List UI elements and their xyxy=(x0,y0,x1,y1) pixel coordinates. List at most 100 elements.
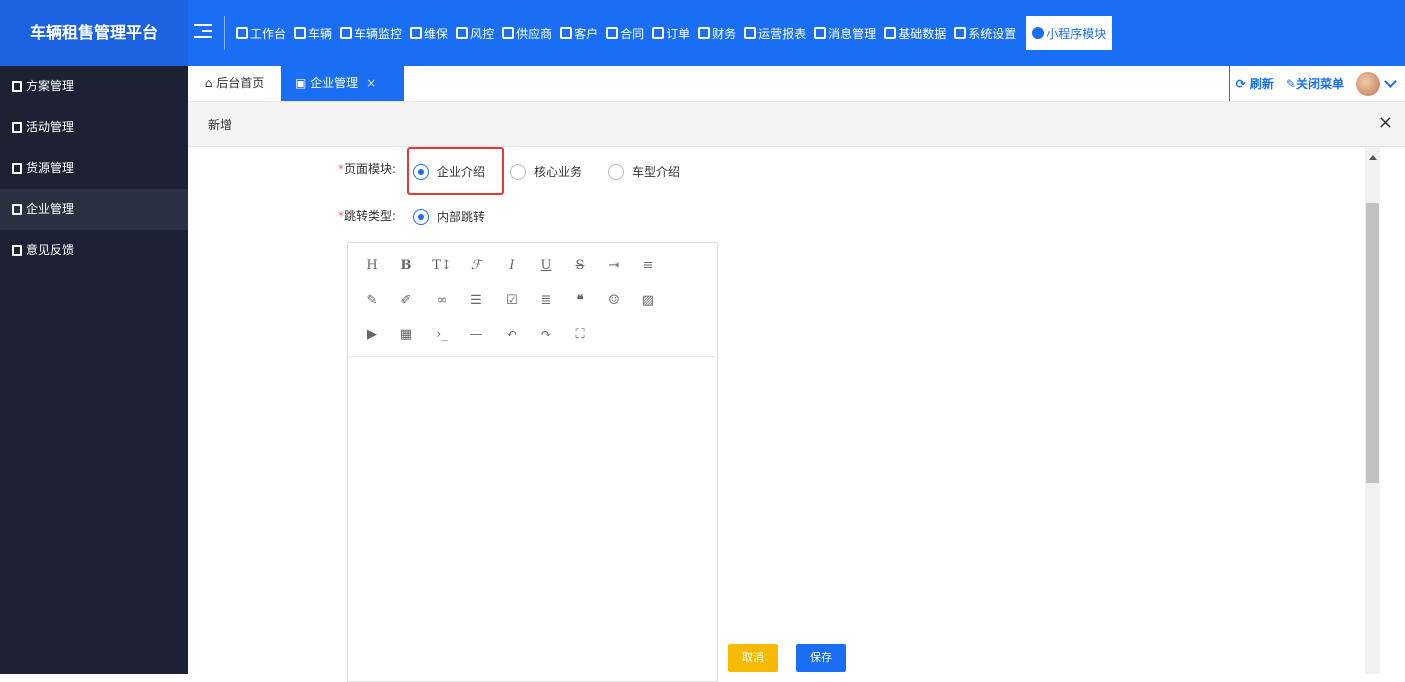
money-icon xyxy=(698,27,711,39)
rich-text-editor[interactable]: H B T↕ ℱ I U S ⇥ ≡ ✎ ✐ ∞ ☰ ☑ ≣ ❝ ☺ ▨ ▶ ▦… xyxy=(347,242,718,682)
mini-program-icon xyxy=(1032,27,1045,39)
user-icon xyxy=(560,27,573,39)
list-icon xyxy=(744,27,757,39)
close-menu-button[interactable]: ✎关闭菜单 xyxy=(1286,75,1344,92)
radio-core-business[interactable]: 核心业务 xyxy=(510,163,582,180)
top-navigation-bar: 车辆租售管理平台 工作台 车辆 车辆监控 维保 风控 供应商 客户 合同 订单 … xyxy=(0,0,1405,66)
editor-toolbar: H B T↕ ℱ I U S ⇥ ≡ ✎ ✐ ∞ ☰ ☑ ≣ ❝ ☺ ▨ ▶ ▦… xyxy=(348,243,717,357)
scroll-up-icon[interactable] xyxy=(1369,155,1377,160)
refresh-circle-icon xyxy=(884,27,897,39)
jump-type-label: *跳转类型: xyxy=(338,209,397,223)
radio-internal-jump[interactable]: 内部跳转 xyxy=(413,208,485,225)
link-icon[interactable]: ∞ xyxy=(432,291,452,311)
font-size-icon[interactable]: T↕ xyxy=(432,256,452,276)
nav-item-vehicles[interactable]: 车辆 xyxy=(290,16,336,50)
tab-home[interactable]: ⌂ 后台首页 xyxy=(188,66,282,101)
document-icon xyxy=(12,204,22,215)
italic-icon[interactable]: I xyxy=(502,256,522,276)
nav-item-mini-program[interactable]: 小程序模块 xyxy=(1026,16,1113,50)
table-icon[interactable]: ▦ xyxy=(396,325,416,345)
menu-collapse-icon[interactable] xyxy=(194,24,212,40)
avatar[interactable] xyxy=(1356,71,1380,96)
document-icon xyxy=(606,27,619,39)
line-height-icon[interactable]: ≡ xyxy=(638,256,658,276)
document-icon xyxy=(12,163,22,174)
refresh-button[interactable]: ⟳ 刷新 xyxy=(1236,75,1274,92)
nav-item-reports[interactable]: 运营报表 xyxy=(740,16,810,50)
stack-icon xyxy=(502,27,515,39)
nav-item-workbench[interactable]: 工作台 xyxy=(232,16,290,50)
nav-item-contract[interactable]: 合同 xyxy=(602,16,648,50)
nav-item-system-settings[interactable]: 系统设置 xyxy=(950,16,1020,50)
settings-icon xyxy=(954,27,967,39)
bold-icon[interactable]: B xyxy=(396,256,416,276)
save-button[interactable]: 保存 xyxy=(796,644,846,672)
sidebar-item-cargo[interactable]: 货源管理 xyxy=(0,148,188,189)
video-icon[interactable]: ▶ xyxy=(362,325,382,345)
workbench-icon xyxy=(236,27,248,39)
tools-icon xyxy=(456,27,469,39)
quote-icon[interactable]: ❝ xyxy=(570,291,590,311)
edit-icon xyxy=(814,27,827,39)
dialog-title: 新增 xyxy=(208,118,233,132)
form-area: *页面模块: 企业介绍 核心业务 车型介绍 *跳转类型: 内部跳转 H B T↕… xyxy=(188,147,1363,682)
brush-icon[interactable]: ✐ xyxy=(396,291,416,311)
nav-divider xyxy=(224,16,225,50)
heading-icon[interactable]: H xyxy=(362,256,382,276)
pen-icon[interactable]: ✎ xyxy=(362,291,382,311)
font-family-icon[interactable]: ℱ xyxy=(466,256,486,276)
align-icon[interactable]: ≣ xyxy=(536,291,556,311)
layers-icon xyxy=(294,27,307,39)
document-icon xyxy=(12,122,22,133)
fullscreen-icon[interactable]: ⛶ xyxy=(570,325,590,345)
close-icon[interactable]: × xyxy=(1378,112,1393,133)
list-icon[interactable]: ☰ xyxy=(466,291,486,311)
undo-icon[interactable]: ↶ xyxy=(502,325,522,345)
sidebar-item-activity[interactable]: 活动管理 xyxy=(0,107,188,148)
nav-item-basic-data[interactable]: 基础数据 xyxy=(880,16,950,50)
module-label: *页面模块: xyxy=(338,162,397,176)
nav-item-messages[interactable]: 消息管理 xyxy=(810,16,880,50)
radio-dot xyxy=(510,163,526,180)
nav-item-maintenance[interactable]: 维保 xyxy=(406,16,452,50)
document-icon xyxy=(12,81,22,92)
todo-icon[interactable]: ☑ xyxy=(502,291,522,311)
main-nav: 工作台 车辆 车辆监控 维保 风控 供应商 客户 合同 订单 财务 运营报表 消… xyxy=(232,16,1113,50)
list-icon xyxy=(652,27,665,39)
nav-item-finance[interactable]: 财务 xyxy=(694,16,740,50)
sidebar: 方案管理 活动管理 货源管理 企业管理 意见反馈 xyxy=(0,66,188,674)
radio-dot xyxy=(608,163,624,180)
document-icon xyxy=(12,245,22,256)
cancel-button[interactable]: 取消 xyxy=(728,644,778,672)
indent-icon[interactable]: ⇥ xyxy=(604,256,624,276)
divider-icon[interactable]: — xyxy=(466,325,486,345)
underline-icon[interactable]: U xyxy=(536,256,556,276)
sidebar-item-feedback[interactable]: 意见反馈 xyxy=(0,230,188,271)
nav-item-customer[interactable]: 客户 xyxy=(556,16,602,50)
code-icon[interactable]: ›_ xyxy=(432,325,452,345)
emoji-icon[interactable]: ☺ xyxy=(604,291,624,311)
close-icon[interactable]: × xyxy=(366,76,376,90)
layers-icon xyxy=(340,27,353,39)
scrollbar-thumb[interactable] xyxy=(1366,203,1379,483)
radio-dot xyxy=(413,163,429,180)
dialog-header: 新增 × xyxy=(188,102,1405,147)
sidebar-item-plan[interactable]: 方案管理 xyxy=(0,66,188,107)
tab-bar: ⌂ 后台首页 ▣ 企业管理 × ⟳ 刷新 ✎关闭菜单 xyxy=(188,66,1405,102)
nav-item-order[interactable]: 订单 xyxy=(648,16,694,50)
image-icon[interactable]: ▨ xyxy=(638,291,658,311)
redo-icon[interactable]: ↷ xyxy=(536,325,556,345)
nav-item-risk-control[interactable]: 风控 xyxy=(452,16,498,50)
radio-vehicle-intro[interactable]: 车型介绍 xyxy=(608,163,680,180)
word-icon xyxy=(410,27,423,39)
sidebar-item-company[interactable]: 企业管理 xyxy=(0,189,188,230)
nav-item-supplier[interactable]: 供应商 xyxy=(498,16,556,50)
tab-actions: ⟳ 刷新 ✎关闭菜单 xyxy=(1228,66,1405,101)
strikethrough-icon[interactable]: S xyxy=(570,256,590,276)
chevron-down-icon[interactable] xyxy=(1384,75,1397,88)
tab-company-management[interactable]: ▣ 企业管理 × xyxy=(281,66,404,101)
radio-dot xyxy=(413,208,429,225)
app-title: 车辆租售管理平台 xyxy=(0,0,188,66)
radio-company-intro[interactable]: 企业介绍 xyxy=(413,163,485,180)
nav-item-vehicle-monitor[interactable]: 车辆监控 xyxy=(336,16,406,50)
